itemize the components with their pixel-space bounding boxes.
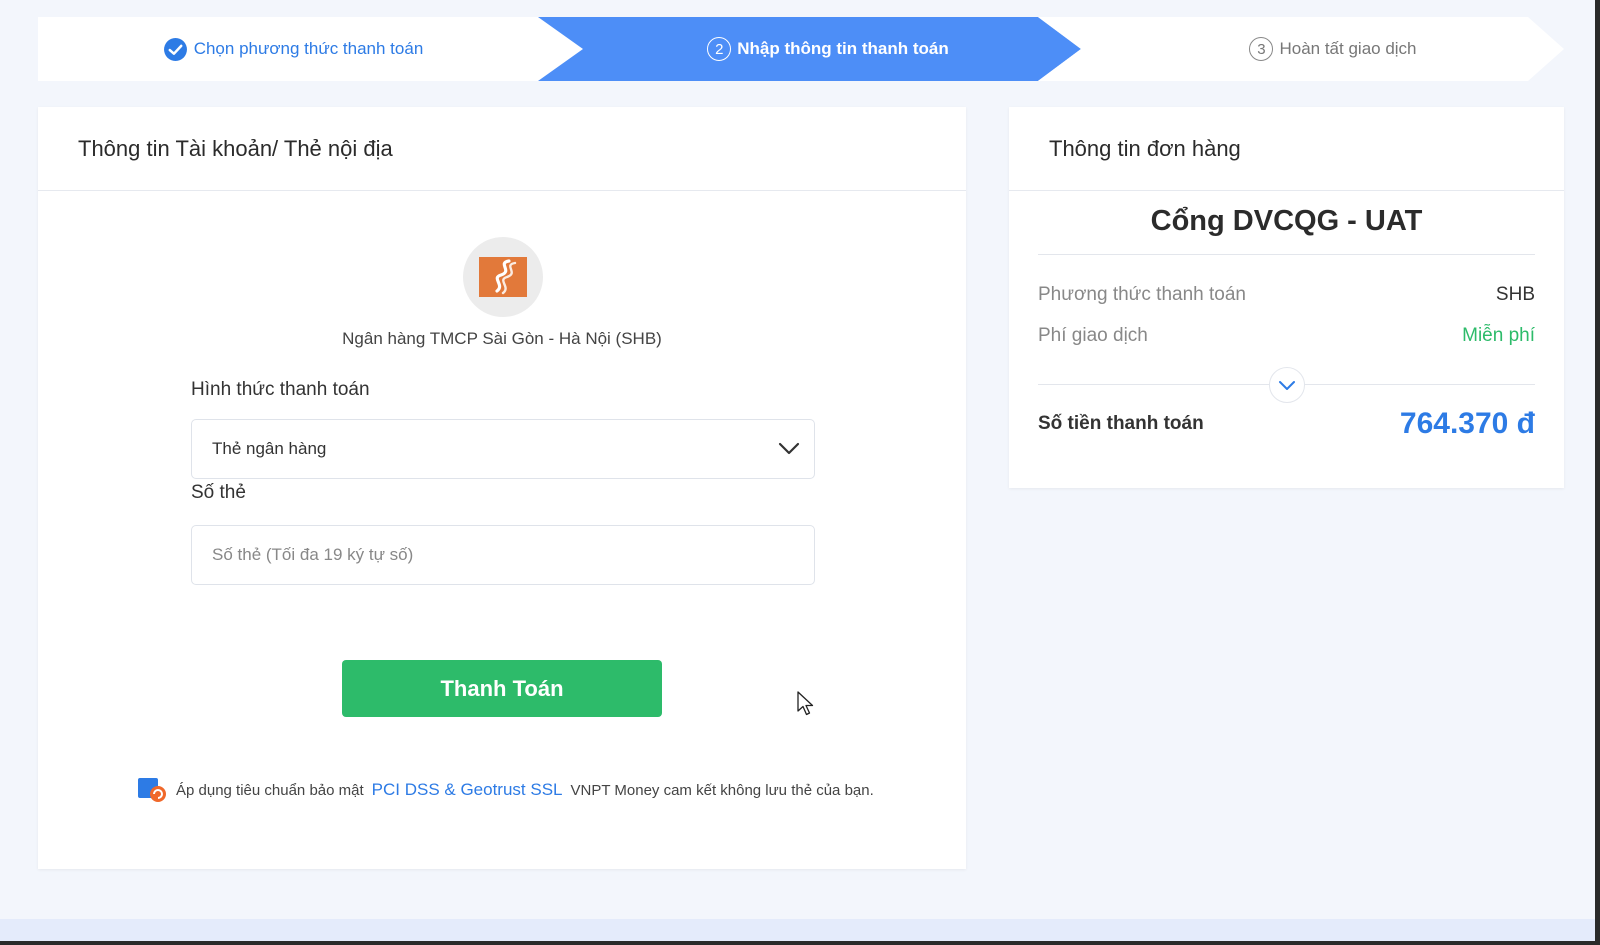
payment-form-card: Thông tin Tài khoản/ Thẻ nội địa Ngân hà… [38, 107, 966, 869]
divider [1038, 254, 1535, 255]
mouse-pointer-icon [797, 691, 814, 716]
check-circle-icon [163, 37, 187, 61]
method-label: Hình thức thanh toán [191, 379, 370, 400]
shb-logo-icon [479, 257, 527, 297]
card-number-field[interactable] [191, 525, 815, 585]
security-prefix: Áp dụng tiêu chuẩn bảo mật [176, 781, 364, 799]
bank-logo [463, 237, 543, 317]
order-info-card: Thông tin đơn hàng Cổng DVCQG - UAT Phươ… [1009, 107, 1564, 488]
merchant-name: Cổng DVCQG - UAT [1150, 205, 1423, 237]
shield-badge-icon [138, 778, 166, 802]
fee-value: Miễn phí [1462, 325, 1535, 346]
step-complete: 3 Hoàn tất giao dịch [1108, 17, 1558, 81]
security-standard-link[interactable]: PCI DSS & Geotrust SSL [372, 780, 563, 800]
payment-form-header: Thông tin Tài khoản/ Thẻ nội địa [38, 107, 966, 191]
chevron-down-icon [778, 442, 800, 455]
step-label: Hoàn tất giao dịch [1279, 39, 1417, 58]
order-info-header: Thông tin đơn hàng [1009, 107, 1564, 191]
method-select[interactable]: Thẻ ngân hàng [191, 419, 815, 479]
step-label: Nhập thông tin thanh toán [737, 39, 949, 58]
step-label: Chọn phương thức thanh toán [193, 39, 424, 58]
pay-button[interactable]: Thanh Toán [342, 660, 662, 717]
total-key: Số tiền thanh toán [1038, 413, 1204, 434]
payment-stepper: Chọn phương thức thanh toán 2 Nhập thông… [38, 17, 1564, 81]
method-select-value: Thẻ ngân hàng [212, 439, 327, 458]
security-suffix: VNPT Money cam kết không lưu thẻ của bạn… [570, 781, 874, 799]
window-edge [0, 941, 1600, 945]
total-amount: 764.370 đ [1399, 407, 1535, 440]
window-edge [1595, 0, 1600, 945]
chevron-down-icon [1279, 380, 1295, 390]
step-enter-info: 2 Nhập thông tin thanh toán [548, 17, 1108, 81]
step-number: 3 [1249, 37, 1274, 61]
payment-method-value: SHB [1495, 284, 1535, 305]
step-choose-method[interactable]: Chọn phương thức thanh toán [38, 17, 548, 81]
payment-method-row: Phương thức thanh toán SHB [1038, 284, 1535, 306]
step-number: 2 [707, 37, 732, 61]
total-row: Số tiền thanh toán 764.370 đ [1038, 407, 1535, 441]
card-number-label: Số thẻ [191, 482, 246, 503]
card-number-input[interactable] [212, 545, 814, 565]
fee-key: Phí giao dịch [1038, 325, 1148, 346]
fee-row: Phí giao dịch Miễn phí [1038, 325, 1535, 347]
bank-name: Ngân hàng TMCP Sài Gòn - Hà Nội (SHB) [342, 329, 662, 348]
security-notice: Áp dụng tiêu chuẩn bảo mật PCI DSS & Geo… [138, 777, 898, 803]
payment-method-key: Phương thức thanh toán [1038, 284, 1246, 305]
expand-details-button[interactable] [1269, 367, 1305, 403]
